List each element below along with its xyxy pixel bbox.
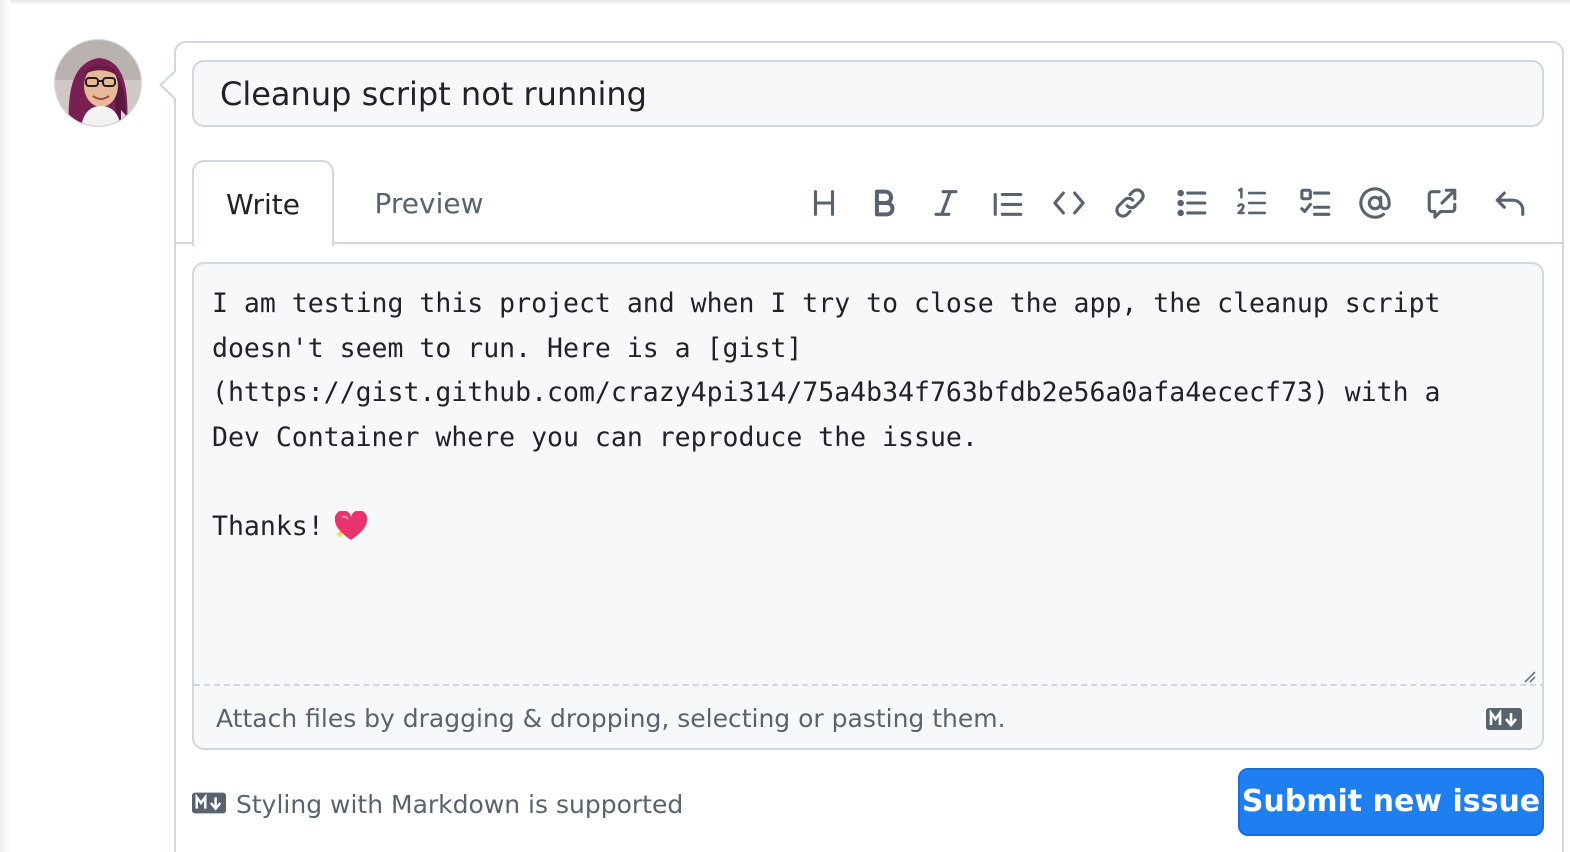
code-icon[interactable] (1049, 183, 1089, 223)
reference-icon[interactable] (1422, 183, 1462, 223)
tab-preview[interactable]: Preview (356, 160, 502, 244)
heart-sparkle-icon (334, 509, 368, 541)
bold-icon[interactable] (864, 183, 904, 223)
ordered-list-icon[interactable] (1232, 183, 1272, 223)
quote-icon[interactable] (988, 183, 1028, 223)
tab-write[interactable]: Write (192, 160, 334, 246)
link-icon[interactable] (1110, 183, 1150, 223)
issue-body-textarea[interactable]: I am testing this project and when I try… (212, 282, 1512, 549)
italic-icon[interactable] (926, 183, 966, 223)
submit-new-issue-button[interactable]: Submit new issue (1238, 768, 1544, 836)
markdown-support-text: Styling with Markdown is supported (236, 790, 684, 819)
comment-caret-inner (162, 72, 176, 98)
page-top-shadow (0, 0, 1570, 5)
avatar-image (55, 40, 141, 126)
undo-icon[interactable] (1490, 183, 1530, 223)
page-left-shadow (0, 0, 10, 852)
heading-icon[interactable] (804, 183, 844, 223)
markdown-support-note[interactable]: Styling with Markdown is supported (192, 790, 683, 819)
attach-files-hint[interactable]: Attach files by dragging & dropping, sel… (216, 704, 1006, 733)
markdown-icon (192, 792, 226, 818)
attach-divider (194, 684, 1542, 686)
issue-body-text: I am testing this project and when I try… (212, 288, 1441, 542)
markdown-icon (1486, 708, 1522, 734)
comment-editor[interactable]: I am testing this project and when I try… (192, 262, 1544, 750)
mention-icon[interactable] (1355, 183, 1395, 223)
unordered-list-icon[interactable] (1172, 183, 1212, 223)
avatar[interactable] (54, 39, 142, 127)
task-list-icon[interactable] (1296, 183, 1336, 223)
issue-title-input[interactable] (192, 60, 1544, 127)
resize-handle[interactable] (1522, 668, 1536, 683)
